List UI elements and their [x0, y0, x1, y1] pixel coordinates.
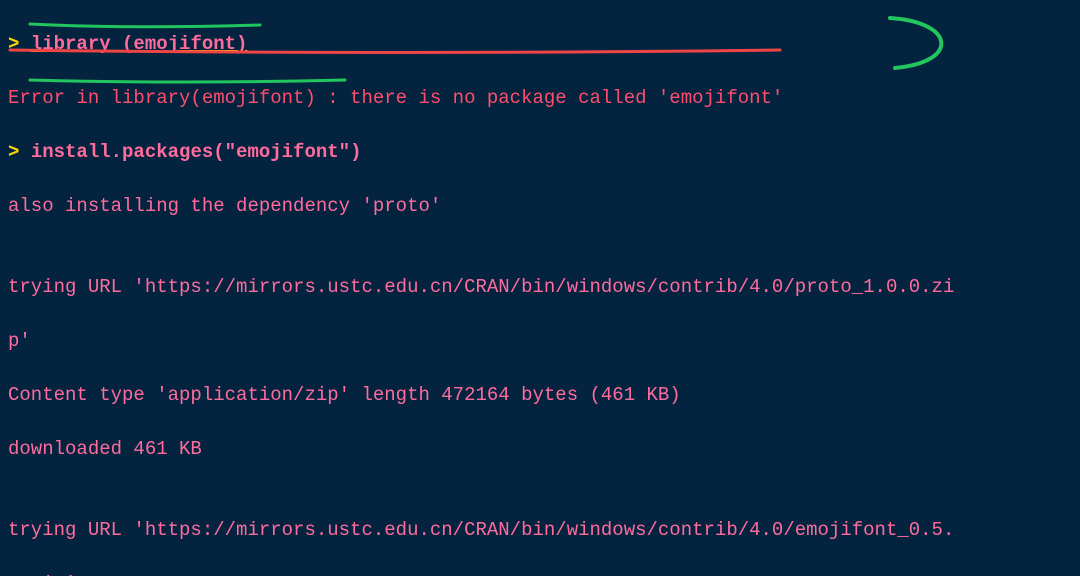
console-line: > library (emojifont)	[8, 31, 1072, 58]
error-line: Error in library(emojifont) : there is n…	[8, 85, 1072, 112]
output-line: trying URL 'https://mirrors.ustc.edu.cn/…	[8, 274, 1072, 301]
prompt-symbol: >	[8, 141, 19, 163]
command-install: install.packages("emojifont")	[31, 141, 362, 163]
output-line: p'	[8, 328, 1072, 355]
output-line: 3.zip'	[8, 571, 1072, 576]
prompt-symbol: >	[8, 33, 19, 55]
command-library: library (emojifont)	[31, 33, 248, 55]
r-console[interactable]: > library (emojifont) Error in library(e…	[0, 0, 1080, 576]
output-line: downloaded 461 KB	[8, 436, 1072, 463]
output-line: trying URL 'https://mirrors.ustc.edu.cn/…	[8, 517, 1072, 544]
output-line: Content type 'application/zip' length 47…	[8, 382, 1072, 409]
console-line: > install.packages("emojifont")	[8, 139, 1072, 166]
output-line: also installing the dependency 'proto'	[8, 193, 1072, 220]
